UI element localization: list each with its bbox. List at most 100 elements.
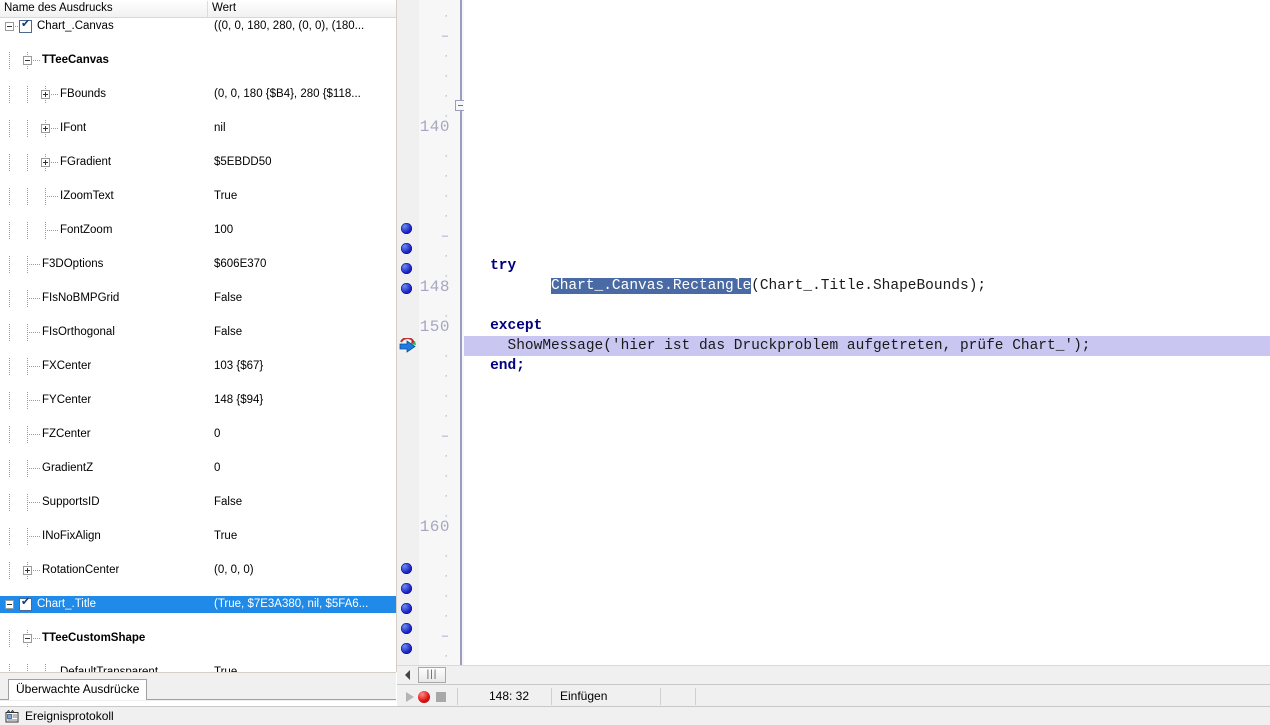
tree-collapse-icon[interactable]: [5, 22, 14, 31]
code-line[interactable]: try: [464, 256, 1270, 276]
watch-tree-row[interactable]: Chart_.Title (True, $7E3A380, nil, $5FA6.…: [0, 596, 396, 613]
tree-expand-icon[interactable]: [41, 124, 50, 133]
watch-row-name: IZoomText: [60, 190, 114, 202]
code-line[interactable]: except: [464, 316, 1270, 336]
watch-row-name: RotationCenter: [42, 564, 120, 576]
tree-expand-icon[interactable]: [41, 158, 50, 167]
code-line[interactable]: ShowMessage('hier ist das Druckproblem a…: [464, 336, 1270, 356]
watch-row-value: (0, 0, 0): [214, 564, 254, 576]
event-log-label[interactable]: Ereignisprotokoll: [25, 709, 114, 723]
record-red-dot-icon[interactable]: [418, 691, 430, 703]
watch-tree-row[interactable]: IZoomText True: [0, 188, 396, 205]
gutter-line-marker: ·: [444, 150, 448, 162]
gutter-line-marker: ·: [444, 650, 448, 662]
code-line[interactable]: Chart_.Canvas.Rectangle(Chart_.Title.Sha…: [464, 276, 1270, 296]
watch-row-checkbox[interactable]: [19, 596, 32, 611]
gutter-line-marker: ·: [444, 510, 448, 522]
executable-line-dot-icon[interactable]: [401, 243, 412, 254]
gutter-line-marker: ·: [444, 110, 448, 122]
status-sep-3: [660, 688, 661, 705]
column-header-value[interactable]: Wert: [208, 1, 396, 17]
tree-collapse-icon[interactable]: [23, 56, 32, 65]
watch-expressions-panel: Name des Ausdrucks Wert Chart_.Canvas ((0…: [0, 0, 397, 672]
tree-collapse-icon[interactable]: [5, 600, 14, 609]
watch-tree-row[interactable]: GradientZ 0: [0, 460, 396, 477]
watch-row-value: ((0, 0, 180, 280, (0, 0), (180...: [214, 20, 365, 32]
editor-horizontal-scrollbar[interactable]: |||: [397, 665, 1270, 684]
gutter-line-marker: ·: [444, 310, 448, 322]
bottom-dock-bar: Ereignisprotokoll: [0, 706, 1270, 725]
watch-row-value: (True, $7E3A380, nil, $5FA6...: [214, 598, 369, 610]
fold-line-lower: [460, 111, 461, 665]
tree-guide-line: [27, 120, 28, 137]
stop-square-icon[interactable]: [436, 692, 446, 702]
code-line[interactable]: end;: [464, 356, 1270, 376]
code-keyword: end;: [490, 358, 525, 374]
executable-line-dot-icon[interactable]: [401, 583, 412, 594]
watch-row-checkbox[interactable]: [19, 18, 32, 33]
executable-line-dot-icon[interactable]: [401, 223, 412, 234]
status-sep-4: [695, 688, 696, 705]
watch-row-name: SupportsID: [42, 496, 100, 508]
gutter-line-marker: ·: [444, 190, 448, 202]
tree-collapse-icon[interactable]: [23, 634, 32, 643]
watch-tree-row[interactable]: FYCenter 148 {$94}: [0, 392, 396, 409]
watch-tree-row[interactable]: FontZoom 100: [0, 222, 396, 239]
watch-tree-row[interactable]: SupportsID False: [0, 494, 396, 511]
tree-guide-connector: [51, 162, 59, 163]
scroll-left-arrow-icon[interactable]: [400, 667, 416, 683]
tab-ueberwachte-ausdruecke[interactable]: Überwachte Ausdrücke: [8, 679, 148, 700]
watch-panel-tabstrip: Überwachte Ausdrücke: [0, 672, 396, 701]
watch-row-name: FGradient: [60, 156, 112, 168]
event-log-icon: [5, 710, 19, 723]
executable-line-dot-icon[interactable]: [401, 623, 412, 634]
tree-guide-line: [9, 460, 10, 477]
tree-expand-icon[interactable]: [23, 566, 32, 575]
column-header-name[interactable]: Name des Ausdrucks: [0, 1, 208, 17]
watch-row-name: FIsOrthogonal: [42, 326, 115, 338]
watch-tree-row[interactable]: F3DOptions $606E370: [0, 256, 396, 273]
gutter-line-marker: –: [441, 30, 448, 42]
hscroll-thumb[interactable]: |||: [418, 667, 446, 683]
watch-tree-row[interactable]: TTeeCustomShape: [0, 630, 396, 647]
executable-line-dot-icon[interactable]: [401, 263, 412, 274]
watch-tree-row[interactable]: FGradient $5EBDD50: [0, 154, 396, 171]
executable-line-dot-icon[interactable]: [401, 283, 412, 294]
watch-tree-row[interactable]: FIsNoBMPGrid False: [0, 290, 396, 307]
executable-line-dot-icon[interactable]: [401, 603, 412, 614]
watch-tree-row[interactable]: TTeeCanvas: [0, 52, 396, 69]
watch-tree-row[interactable]: RotationCenter (0, 0, 0): [0, 562, 396, 579]
tree-guide-line: [9, 188, 10, 205]
watch-row-name: F3DOptions: [42, 258, 104, 270]
code-editor[interactable]: try Chart_.Canvas.Rectangle(Chart_.Title…: [464, 0, 1270, 665]
watch-tree-row[interactable]: FXCenter 103 {$67}: [0, 358, 396, 375]
watch-tree-row[interactable]: FBounds (0, 0, 180 {$B4}, 280 {$118...: [0, 86, 396, 103]
gutter-line-marker: ·: [444, 70, 448, 82]
executable-line-dot-icon[interactable]: [401, 563, 412, 574]
watch-list-header: Name des Ausdrucks Wert: [0, 0, 396, 18]
gutter-line-marker: ·: [444, 550, 448, 562]
watch-row-value: $5EBDD50: [214, 156, 272, 168]
watch-tree-row[interactable]: FZCenter 0: [0, 426, 396, 443]
tree-guide-line: [9, 562, 10, 579]
executable-line-dot-icon[interactable]: [401, 643, 412, 654]
tree-guide-line: [9, 290, 10, 307]
watch-row-value: $606E370: [214, 258, 267, 270]
watch-tree-row[interactable]: Chart_.Canvas ((0, 0, 180, 280, (0, 0), (…: [0, 18, 396, 35]
watch-tree-row[interactable]: IFont nil: [0, 120, 396, 137]
tree-expand-icon[interactable]: [41, 90, 50, 99]
tree-guide-line: [9, 630, 10, 647]
watch-tree-row[interactable]: FIsOrthogonal False: [0, 324, 396, 341]
execution-point-arrow-icon: [399, 338, 416, 353]
run-triangle-icon[interactable]: [406, 692, 414, 702]
editor-gutter[interactable]: 140 148 150 160 · – · · · · · · · · – · · · · · · · – · · · · · · · · –…: [397, 0, 466, 665]
watch-row-value: 0: [214, 428, 221, 440]
tree-guide-connector: [33, 638, 41, 639]
gutter-line-marker: ·: [444, 210, 448, 222]
code-keyword: try: [490, 258, 517, 274]
watch-tree-row[interactable]: DefaultTransparent True: [0, 664, 396, 672]
watch-tree-row[interactable]: INoFixAlign True: [0, 528, 396, 545]
